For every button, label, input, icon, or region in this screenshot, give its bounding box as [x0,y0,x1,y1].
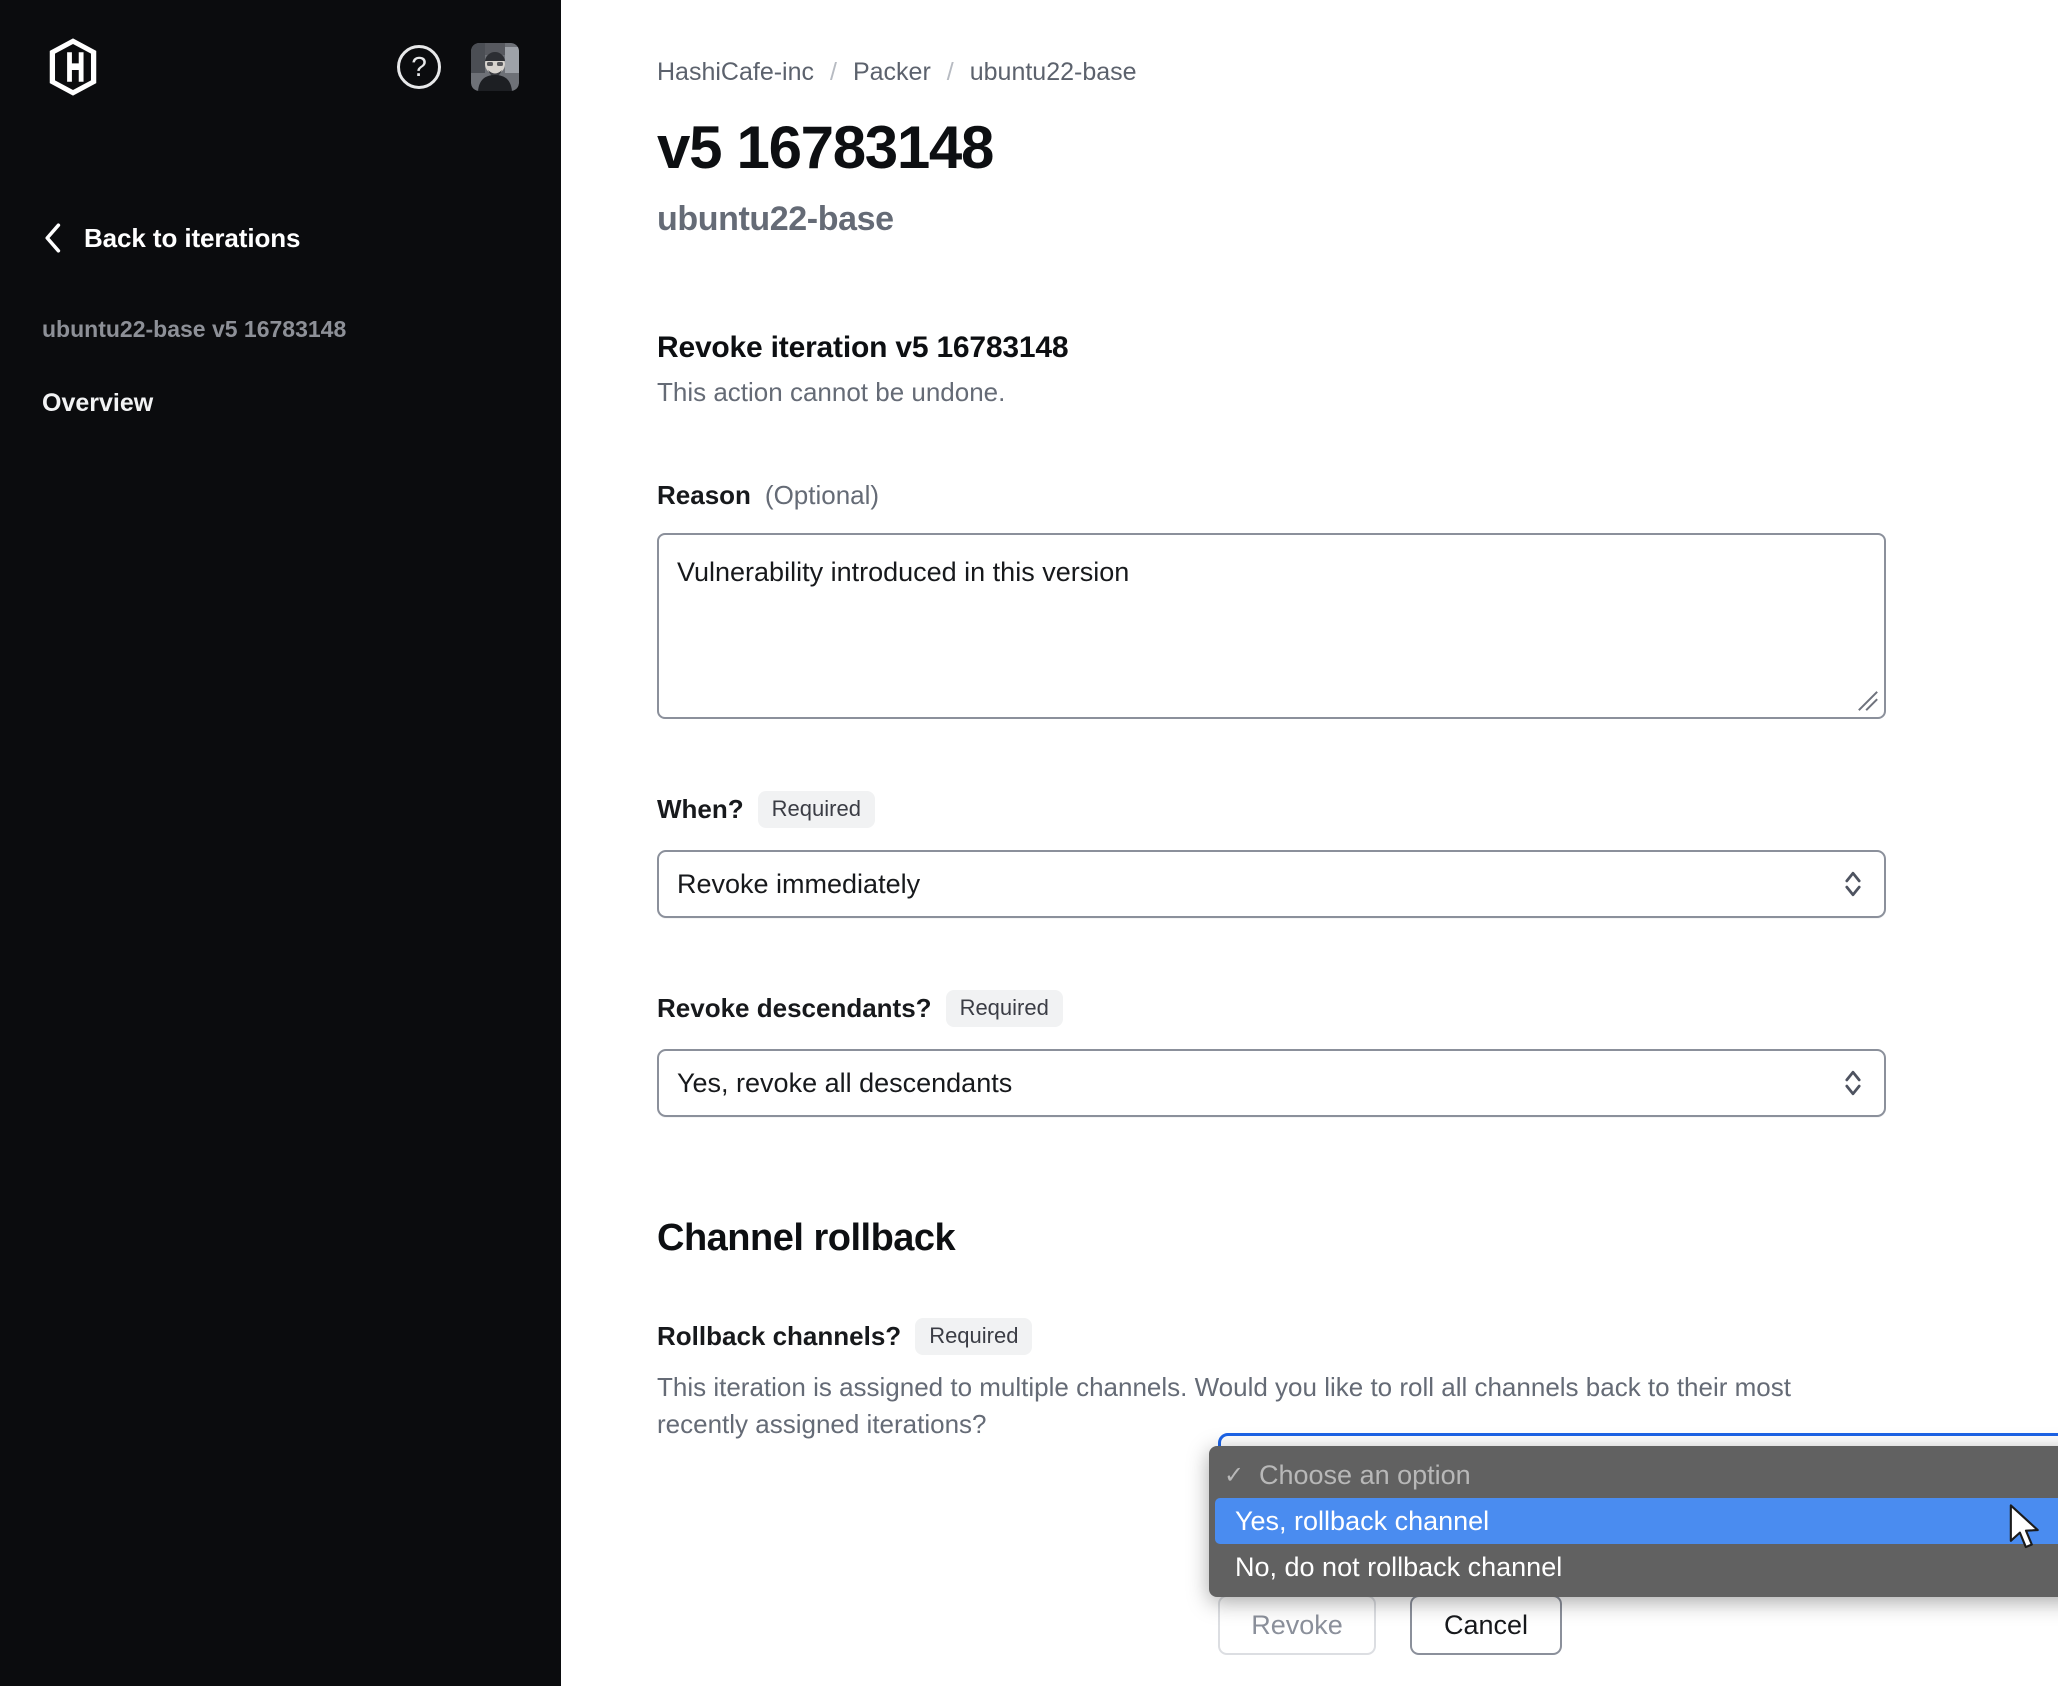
rollback-label: Rollback channels? [657,1321,902,1351]
descendants-select-value: Yes, revoke all descendants [677,1067,1013,1098]
descendants-required-badge: Required [945,990,1063,1027]
question-mark-circle-icon[interactable]: ? [397,45,441,89]
when-label-row: When? Required [657,791,2058,828]
descendants-select[interactable]: Yes, revoke all descendants [657,1049,1886,1117]
resize-handle-icon[interactable] [1857,690,1879,712]
breadcrumb-separator: / [946,58,954,86]
back-to-iterations-link[interactable]: Back to iterations [0,222,561,254]
revoke-section-subheading: This action cannot be undone. [657,377,1006,407]
reason-textarea[interactable]: Vulnerability introduced in this version [657,533,1886,719]
sidebar: ? Back to iterations ubuntu22-base v5 16… [0,0,561,1686]
channel-rollback-heading: Channel rollback [657,1217,956,1259]
sidebar-item-overview[interactable]: Overview [0,389,561,418]
app-root: ? Back to iterations ubuntu22-base v5 16… [0,0,2058,1686]
hashicorp-logo[interactable] [42,36,104,98]
revoke-section-heading: Revoke iteration v5 16783148 [657,331,1069,364]
breadcrumb: HashiCafe-inc / Packer / ubuntu22-base [657,58,2058,87]
page-subtitle: ubuntu22-base [657,200,894,238]
chevron-left-icon [42,222,62,254]
dropdown-option-label: Yes, rollback channel [1235,1505,1490,1536]
breadcrumb-separator: / [830,58,837,86]
chevron-up-down-icon [1842,1066,1864,1100]
chevron-up-down-icon [1842,867,1864,901]
when-label: When? [657,794,744,824]
reason-textarea-value: Vulnerability introduced in this version [677,557,1130,587]
descendants-label: Revoke descendants? [657,993,932,1023]
check-icon: ✓ [1223,1461,1245,1489]
rollback-label-row: Rollback channels? Required [657,1318,2058,1355]
descendants-field-group: Revoke descendants? Required Yes, revoke… [657,990,2058,1117]
rollback-required-badge: Required [915,1318,1033,1355]
when-select-value: Revoke immediately [677,868,921,899]
user-avatar[interactable] [471,43,519,91]
reason-optional-tag: (Optional) [764,480,880,510]
when-field-group: When? Required Revoke immediately [657,791,2058,918]
arrow-pointer-icon [2008,1504,2042,1554]
dropdown-option-yes[interactable]: Yes, rollback channel [1215,1498,2058,1544]
content-column: HashiCafe-inc / Packer / ubuntu22-base v… [561,58,2058,1443]
when-required-badge: Required [757,791,875,828]
breadcrumb-item-product[interactable]: Packer [853,58,931,87]
sidebar-context-label: ubuntu22-base v5 16783148 [42,316,347,342]
rollback-help-text: This iteration is assigned to multiple c… [657,1372,1791,1439]
sidebar-header: ? [0,0,561,98]
cancel-button[interactable]: Cancel [1410,1595,1562,1655]
rollback-select-dropdown[interactable]: ✓ Choose an option Yes, rollback channel… [1209,1446,2058,1597]
reason-label-row: Reason (Optional) [657,480,2058,511]
reason-field-group: Reason (Optional) Vulnerability introduc… [657,480,2058,719]
sidebar-header-actions: ? [397,43,519,91]
breadcrumb-item-org[interactable]: HashiCafe-inc [657,58,814,87]
dropdown-option-choose[interactable]: ✓ Choose an option [1209,1452,2058,1498]
reason-label: Reason [657,480,751,510]
descendants-label-row: Revoke descendants? Required [657,990,2058,1027]
page-title: v5 16783148 [657,114,994,181]
form-actions: Revoke Cancel [1218,1595,1562,1655]
revoke-button[interactable]: Revoke [1218,1595,1376,1655]
back-to-iterations-label: Back to iterations [84,222,301,253]
breadcrumb-item-bucket[interactable]: ubuntu22-base [970,58,1137,87]
when-select[interactable]: Revoke immediately [657,850,1886,918]
dropdown-option-no[interactable]: No, do not rollback channel [1209,1544,2058,1590]
main-content: HashiCafe-inc / Packer / ubuntu22-base v… [561,0,2058,1686]
dropdown-option-label: Choose an option [1259,1459,1471,1490]
rollback-field-group: Rollback channels? Required This iterati… [657,1318,2058,1443]
dropdown-option-label: No, do not rollback channel [1235,1551,1563,1582]
